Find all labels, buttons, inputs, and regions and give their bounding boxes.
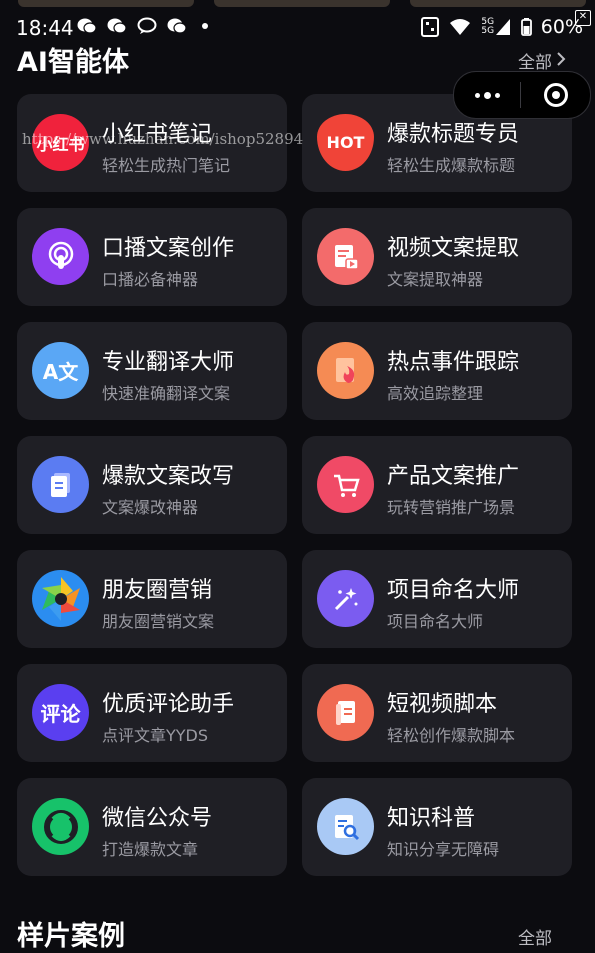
shopping-cart-icon <box>317 456 374 513</box>
agent-card-subtitle: 打造爆款文章 <box>102 840 199 859</box>
see-all-label: 全部 <box>518 53 552 73</box>
knowledge-search-icon <box>317 798 374 855</box>
agent-card-subtitle: 文案爆改神器 <box>102 498 199 517</box>
agent-card-title: 小红书笔记 <box>102 122 213 147</box>
agent-card-title: 项目命名大师 <box>387 578 520 603</box>
icon-text: A文 <box>42 360 79 384</box>
agent-card[interactable]: 项目命名大师 项目命名大师 <box>302 550 572 648</box>
agent-card[interactable]: A文 专业翻译大师快速准确翻译文案 <box>17 322 287 420</box>
agent-card-subtitle: 轻松创作爆款脚本 <box>387 726 516 745</box>
agent-card-title: 热点事件跟踪 <box>387 350 520 375</box>
video-document-icon <box>317 228 374 285</box>
chevron-right-icon <box>556 51 566 71</box>
podcast-icon <box>32 228 89 285</box>
agent-card-subtitle: 项目命名大师 <box>387 612 484 631</box>
agent-card[interactable]: 知识科普知识分享无障碍 <box>302 778 572 876</box>
bottom-see-all-link[interactable]: 全部 <box>518 924 552 949</box>
target-close-icon <box>543 83 568 107</box>
agent-card-title: 朋友圈营销 <box>102 578 213 603</box>
bottom-section-title: 样片案例 <box>17 921 125 952</box>
agent-card-subtitle: 口播必备神器 <box>102 270 199 289</box>
see-all-link[interactable]: 全部 <box>518 48 566 73</box>
agent-card[interactable]: 热点事件跟踪高效追踪整理 <box>302 322 572 420</box>
hot-flame-icon: HOT <box>317 114 374 171</box>
agent-card[interactable]: 微信公众号打造爆款文章 <box>17 778 287 876</box>
wechat-notification-icon-2 <box>106 16 128 36</box>
icon-text: HOT <box>326 133 365 152</box>
agent-card-title: 专业翻译大师 <box>102 350 235 375</box>
agent-card[interactable]: 视频文案提取文案提取神器 <box>302 208 572 306</box>
agent-card-title: 优质评论助手 <box>102 692 235 717</box>
wechat-official-icon <box>32 798 89 855</box>
agent-card[interactable]: 爆款文案改写文案爆改神器 <box>17 436 287 534</box>
wechat-notification-icon-3 <box>166 16 188 36</box>
agent-card-title: 短视频脚本 <box>387 692 498 717</box>
agent-card-title: 爆款标题专员 <box>387 122 520 147</box>
notification-icons <box>76 16 208 36</box>
top-image-strip <box>0 0 595 8</box>
agent-card-subtitle: 轻松生成热门笔记 <box>102 156 231 175</box>
status-bar: 18:44 5G 5G 60% ✕ <box>0 10 595 44</box>
wechat-notification-icon <box>76 16 98 36</box>
magic-wand-icon <box>317 570 374 627</box>
agent-card-subtitle: 点评文章YYDS <box>102 726 209 745</box>
wifi-icon <box>449 17 471 37</box>
icon-text: 小红书 <box>36 134 85 154</box>
agent-card-subtitle: 知识分享无障碍 <box>387 840 500 859</box>
status-time: 18:44 <box>16 16 74 40</box>
agent-card-title: 爆款文案改写 <box>102 464 235 489</box>
dot <box>483 91 491 99</box>
agent-card-subtitle: 玩转营销推广场景 <box>387 498 516 517</box>
screen-capture-icon: ✕ <box>575 10 591 26</box>
agent-card-title: 产品文案推广 <box>387 464 520 489</box>
xiaohongshu-icon: 小红书 <box>32 114 89 171</box>
agent-card[interactable]: 小红书 小红书笔记轻松生成热门笔记 <box>17 94 287 192</box>
comment-icon: 评论 <box>32 684 89 741</box>
agent-card[interactable]: 短视频脚本轻松创作爆款脚本 <box>302 664 572 762</box>
agent-card-title: 微信公众号 <box>102 806 213 831</box>
agent-card[interactable]: 口播文案创作口播必备神器 <box>17 208 287 306</box>
hot-event-icon <box>317 342 374 399</box>
agent-card-subtitle: 文案提取神器 <box>387 270 484 289</box>
agent-card[interactable]: 评论 优质评论助手点评文章YYDS <box>17 664 287 762</box>
close-miniprogram-button[interactable] <box>521 83 590 107</box>
agent-card-subtitle: 朋友圈营销文案 <box>102 612 215 631</box>
miniprogram-capsule <box>453 71 591 119</box>
agent-card-title: 知识科普 <box>387 806 476 831</box>
icon-text: 评论 <box>40 702 81 726</box>
agent-card[interactable]: 朋友圈营销朋友圈营销文案 <box>17 550 287 648</box>
sim-card-icon <box>419 17 441 37</box>
system-indicators: 5G 5G 60% <box>419 16 583 38</box>
agent-card-title: 口播文案创作 <box>102 236 235 261</box>
agent-card-subtitle: 高效追踪整理 <box>387 384 484 403</box>
agent-card-subtitle: 轻松生成爆款标题 <box>387 156 516 175</box>
script-book-icon <box>317 684 374 741</box>
signal-5g-icon: 5G 5G <box>479 17 513 37</box>
agent-card[interactable]: 产品文案推广玩转营销推广场景 <box>302 436 572 534</box>
moments-aperture-icon <box>32 570 89 627</box>
agent-card-subtitle: 快速准确翻译文案 <box>102 384 231 403</box>
network-label-2: 5G <box>481 26 495 36</box>
translate-icon: A文 <box>32 342 89 399</box>
chat-bubble-icon <box>136 16 158 36</box>
battery-icon <box>521 17 533 37</box>
section-title: AI智能体 <box>17 47 129 78</box>
agent-card-title: 视频文案提取 <box>387 236 520 261</box>
document-rewrite-icon <box>32 456 89 513</box>
more-notifications-dot <box>202 23 208 29</box>
dot <box>474 92 480 98</box>
more-options-button[interactable] <box>454 91 520 99</box>
dot <box>494 92 500 98</box>
